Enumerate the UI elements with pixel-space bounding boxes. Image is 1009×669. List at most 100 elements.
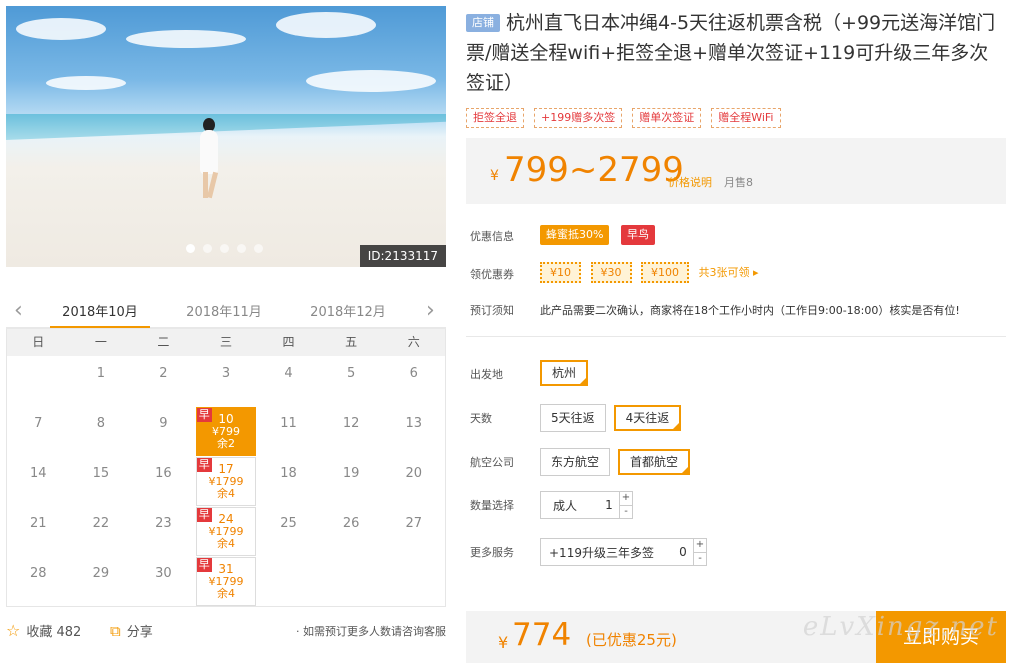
carousel-dot[interactable] (237, 244, 246, 253)
day-number: 19 (342, 466, 360, 481)
days-row: 天数 5天往返 4天往返 (466, 404, 1006, 432)
decrement-icon[interactable]: - (620, 505, 632, 518)
day-number: 5 (346, 366, 356, 381)
weekday-label: 日 (32, 335, 45, 349)
calendar-day: 13 (382, 406, 445, 456)
day-number: 7 (34, 416, 43, 431)
airline-label: 航空公司 (470, 456, 514, 469)
decrement-icon[interactable]: - (694, 552, 706, 565)
more-coupons-link[interactable]: 共3张可领 ▸ (699, 266, 759, 279)
day-remaining: 余2 (216, 437, 235, 450)
feature-tag: 赠单次签证 (632, 108, 702, 128)
weekday-label: 五 (345, 335, 358, 349)
day-number: 28 (30, 566, 47, 581)
departure-option-hangzhou[interactable]: 杭州 (540, 360, 589, 386)
promo-tag-earlybird: 早鸟 (620, 225, 655, 245)
day-number: 3 (221, 366, 231, 381)
calendar: 日一二三四五六 1 2 3 4 5 6 7 8 9 早 10 ¥799 余2 11 12 13 14 15 16 早 1… (6, 329, 446, 607)
calendar-day: 28 (7, 556, 70, 606)
increment-icon[interactable]: + (694, 539, 706, 552)
promo-row: 优惠信息 蜂蜜抵30% 早鸟 (466, 224, 1006, 250)
early-bird-badge: 早 (196, 508, 212, 522)
day-remaining: 余4 (216, 487, 235, 500)
feature-tag: 赠全程WiFi (711, 108, 781, 128)
watermark: eLvXingz.net (802, 612, 999, 642)
day-number: 2 (159, 366, 168, 381)
tab-month-nov[interactable]: 2018年11月 (174, 301, 274, 326)
early-bird-badge: 早 (196, 458, 212, 472)
carousel-dot[interactable] (254, 244, 263, 253)
coupon-100[interactable]: ¥100 (641, 262, 689, 283)
coupon-30[interactable]: ¥30 (590, 262, 632, 283)
day-number: 23 (155, 516, 172, 531)
calendar-day: 8 (70, 406, 133, 456)
calendar-day: 9 (132, 406, 195, 456)
carousel-dot[interactable] (203, 244, 212, 253)
calendar-empty-cell (382, 556, 445, 606)
tab-month-oct[interactable]: 2018年10月 (50, 301, 150, 328)
calendar-day: 21 (7, 506, 70, 556)
feature-tag: +199赠多次签 (534, 108, 623, 128)
calendar-day[interactable]: 早 17 ¥1799 余4 (195, 457, 257, 506)
day-number: 30 (155, 566, 172, 581)
increment-icon[interactable]: + (620, 492, 632, 505)
tab-month-dec[interactable]: 2018年12月 (298, 301, 398, 326)
day-number: 4 (284, 366, 293, 381)
price-note-link[interactable]: 价格说明 (668, 174, 712, 190)
day-number: 29 (92, 566, 110, 581)
carousel-dot[interactable] (186, 244, 195, 253)
carousel-dot[interactable] (220, 244, 229, 253)
coupon-row: 领优惠券 ¥10 ¥30 ¥100 共3张可领 ▸ (466, 262, 1006, 288)
next-month-icon[interactable]: › (426, 299, 435, 323)
favorite-count: 482 (56, 625, 82, 640)
calendar-empty-cell (257, 556, 320, 606)
service-stepper[interactable]: +119升级三年多签 0 + - (540, 538, 707, 566)
calendar-empty-cell (7, 356, 70, 406)
star-icon: ☆ (6, 621, 21, 640)
coupon-10[interactable]: ¥10 (540, 262, 581, 283)
carousel-dots[interactable] (186, 244, 263, 253)
calendar-day[interactable]: 早 31 ¥1799 余4 (195, 557, 257, 606)
notice-label: 预订须知 (470, 304, 514, 317)
product-panel: 店铺 杭州直飞日本冲绳4-5天往返机票含税（+99元送海洋馆门票/赠送全程wifi… (466, 8, 1006, 566)
calendar-day: 27 (382, 506, 445, 556)
calendar-month-nav: ‹ 2018年10月 2018年11月 2018年12月 › (6, 299, 446, 329)
day-number: 16 (155, 466, 172, 481)
day-number: 9 (159, 416, 168, 431)
favorite-button[interactable]: ☆ 收藏 482 (6, 621, 81, 640)
calendar-day[interactable]: 早 10 ¥799 余2 (195, 407, 257, 456)
service-label: 更多服务 (470, 546, 514, 559)
service-row: 更多服务 +119升级三年多签 0 + - (466, 538, 1006, 566)
days-option-5[interactable]: 5天往返 (540, 404, 606, 432)
calendar-day: 22 (70, 506, 133, 556)
calendar-grid: 1 2 3 4 5 6 7 8 9 早 10 ¥799 余2 11 12 13 14 15 16 早 17 ¥1799 余4… (7, 356, 445, 606)
coupon-label: 领优惠券 (470, 268, 514, 281)
day-remaining: 余4 (216, 537, 235, 550)
promo-label: 优惠信息 (470, 230, 514, 243)
airline-option-capital[interactable]: 首都航空 (618, 449, 691, 475)
quantity-value: 1 (605, 498, 613, 512)
calendar-day[interactable]: 早 24 ¥1799 余4 (195, 507, 257, 556)
share-icon: ⧉ (110, 622, 121, 640)
shop-badge[interactable]: 店铺 (466, 14, 500, 32)
calendar-day: 26 (320, 506, 383, 556)
day-number: 8 (96, 416, 105, 431)
departure-label: 出发地 (470, 368, 503, 381)
total-price: 774 (512, 617, 572, 653)
calendar-day: 18 (257, 456, 320, 506)
day-number: 6 (409, 366, 418, 381)
promo-tag-honey: 蜂蜜抵30% (540, 225, 610, 245)
share-button[interactable]: ⧉ 分享 (110, 621, 153, 640)
notice-row: 预订须知 此产品需要二次确认，商家将在18个工作小时内（工作日9:00-18:0… (466, 300, 1006, 324)
calendar-day: 3 (195, 356, 258, 406)
day-number: 20 (405, 466, 422, 481)
day-number: 15 (92, 466, 110, 481)
prev-month-icon[interactable]: ‹ (14, 299, 23, 323)
quantity-stepper[interactable]: 成人 1 + - (540, 491, 633, 519)
product-image[interactable]: ID:2133117 (6, 6, 446, 267)
weekday-label: 六 (407, 335, 420, 349)
days-option-4[interactable]: 4天往返 (613, 405, 682, 431)
monthly-sales: 月售8 (724, 176, 753, 189)
calendar-day: 4 (257, 356, 320, 406)
airline-option-eastern[interactable]: 东方航空 (540, 448, 611, 476)
